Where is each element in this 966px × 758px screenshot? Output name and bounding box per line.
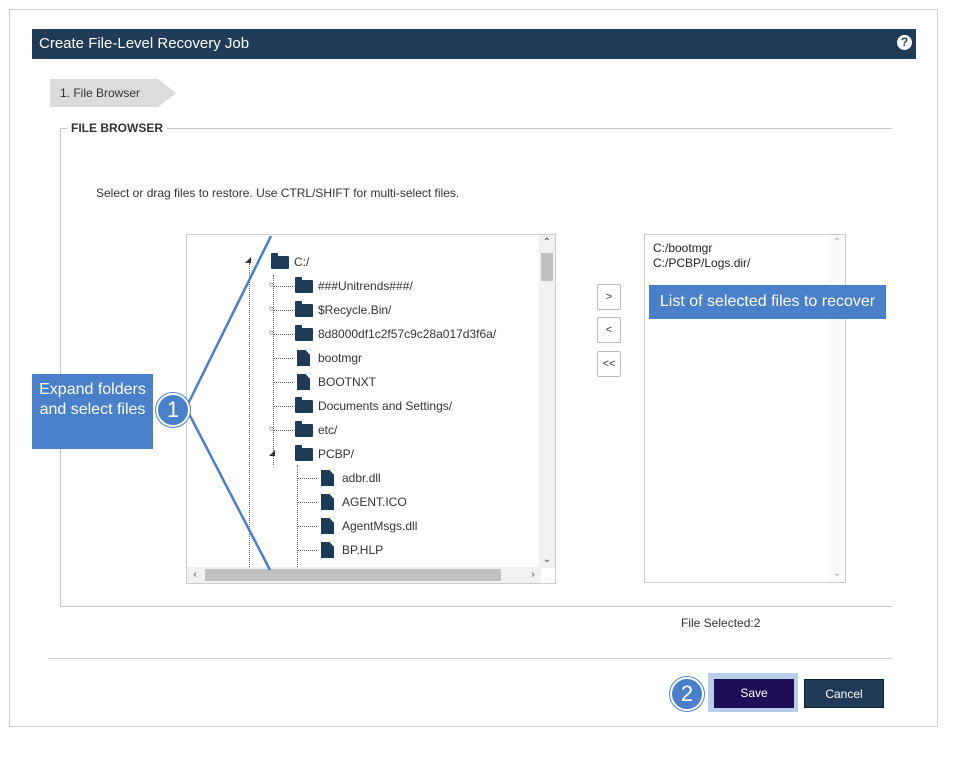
- cancel-button[interactable]: Cancel: [804, 679, 884, 708]
- expand-callout: Expand folders and select files: [32, 374, 153, 449]
- save-button[interactable]: Save: [714, 679, 794, 708]
- file-selected-count: File Selected:2: [681, 616, 761, 630]
- step-1-marker: 1: [156, 393, 190, 427]
- footer-divider: [48, 658, 892, 659]
- step-2-marker: 2: [670, 677, 704, 711]
- selected-list-callout: List of selected files to recover: [649, 285, 886, 319]
